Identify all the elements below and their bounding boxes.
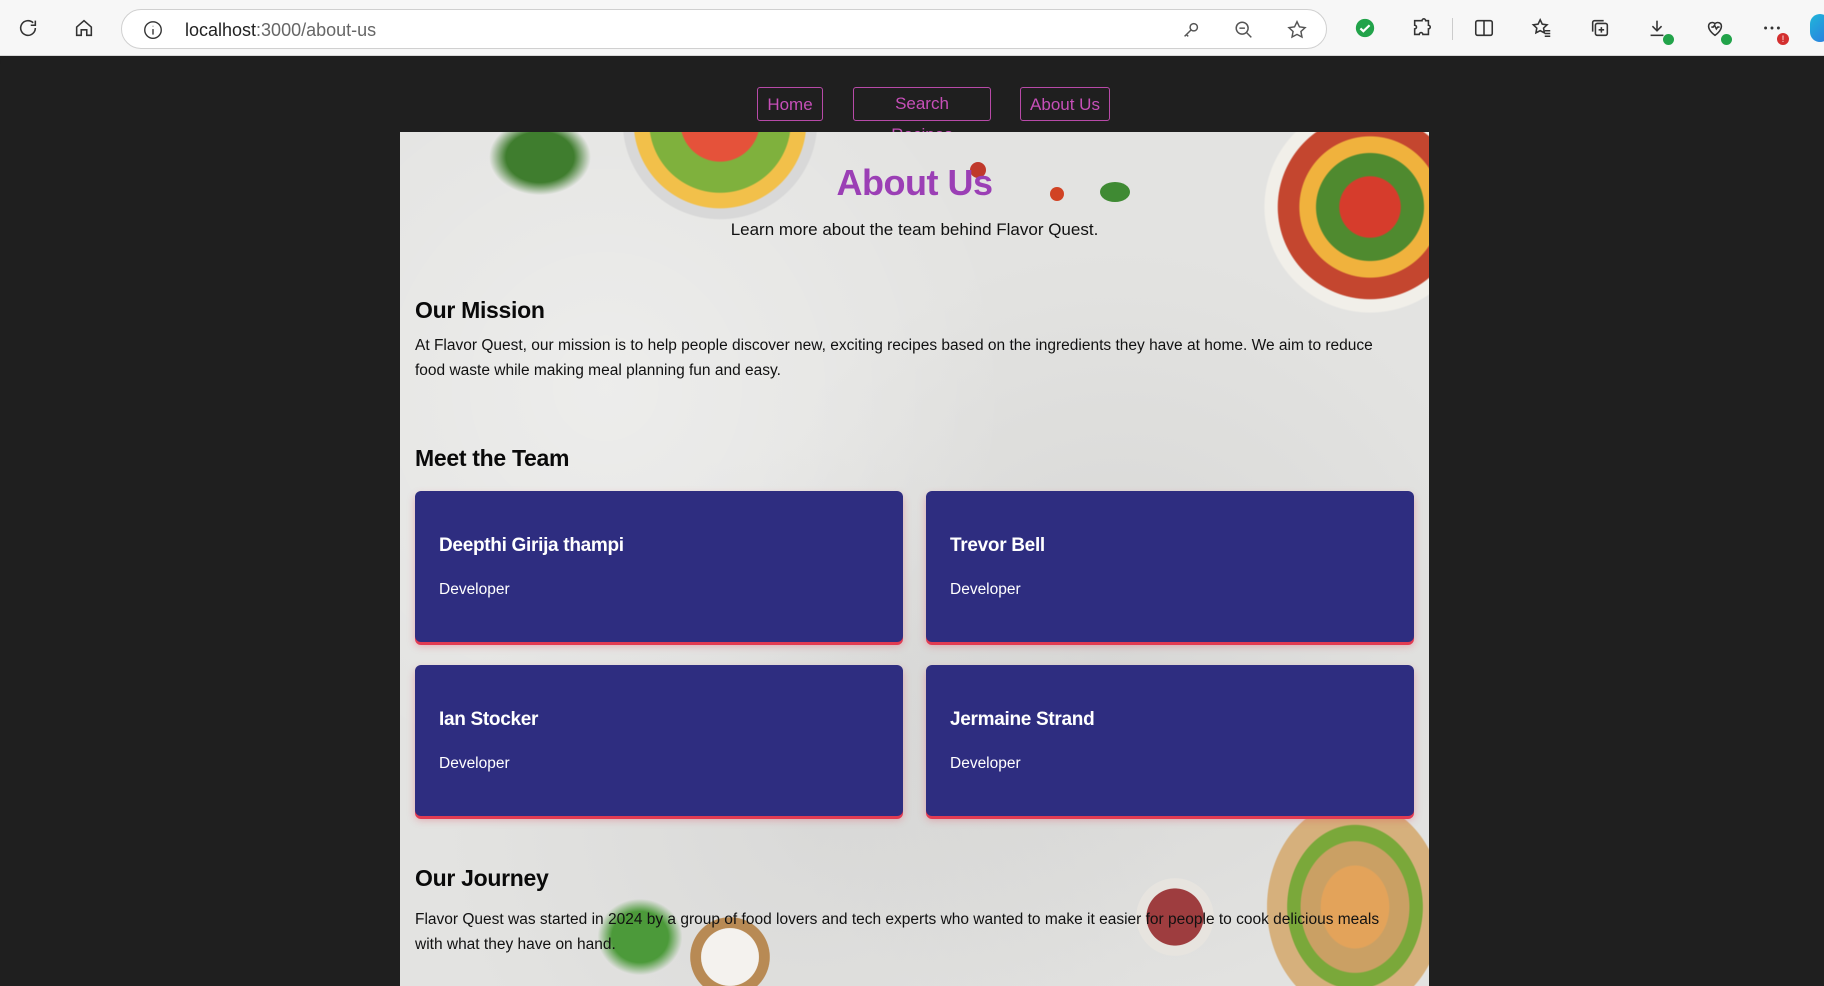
team-member-name: Ian Stocker: [439, 709, 539, 730]
mission-text: At Flavor Quest, our mission is to help …: [415, 337, 1373, 379]
team-member-role: Developer: [950, 755, 1021, 772]
team-card: Deepthi Girija thampi Developer: [415, 491, 903, 642]
team-member-role: Developer: [950, 581, 1021, 598]
browser-toolbar: localhost:3000/about-us !: [0, 0, 1824, 56]
page-subtitle: Learn more about the team behind Flavor …: [730, 220, 1099, 239]
browser-essentials-icon[interactable]: [1701, 14, 1732, 45]
extension-check-icon[interactable]: [1351, 14, 1379, 42]
nav-about-us-button[interactable]: About Us: [1020, 87, 1110, 121]
team-member-role: Developer: [439, 581, 510, 598]
team-member-name: Trevor Bell: [950, 535, 1045, 556]
home-icon[interactable]: [70, 14, 98, 42]
site-info-icon[interactable]: [142, 19, 164, 41]
team-card: Jermaine Strand Developer: [926, 665, 1414, 816]
essentials-status-dot: [1721, 34, 1732, 45]
team-card: Trevor Bell Developer: [926, 491, 1414, 642]
team-member-role: Developer: [439, 755, 510, 772]
journey-text: Flavor Quest was started in 2024 by a gr…: [415, 911, 1380, 953]
toolbar-divider: [1452, 18, 1453, 40]
address-bar[interactable]: localhost:3000/about-us: [121, 9, 1327, 49]
favorites-icon[interactable]: [1528, 14, 1556, 42]
extensions-puzzle-icon[interactable]: [1408, 14, 1436, 42]
url-path: :3000/about-us: [256, 20, 377, 40]
team-member-name: Deepthi Girija thampi: [439, 535, 624, 556]
team-heading: Meet the Team: [415, 445, 570, 471]
zoom-out-icon[interactable]: [1233, 19, 1255, 41]
url-host: localhost: [185, 20, 257, 40]
url-text[interactable]: localhost:3000/about-us: [185, 20, 376, 41]
notification-badge: !: [1777, 33, 1789, 45]
key-icon[interactable]: [1180, 19, 1202, 41]
split-screen-icon[interactable]: [1470, 14, 1498, 42]
reload-icon[interactable]: [14, 14, 42, 42]
favorite-star-icon[interactable]: [1286, 19, 1308, 41]
more-options-icon[interactable]: !: [1758, 14, 1789, 45]
copilot-icon[interactable]: [1810, 14, 1824, 42]
page-title: About Us: [836, 162, 993, 203]
about-content-panel: About Us Learn more about the team behin…: [400, 132, 1429, 986]
top-nav: Home Search Recipes About Us: [0, 87, 1824, 144]
nav-search-recipes-button[interactable]: Search Recipes: [853, 87, 991, 144]
downloads-status-dot: [1663, 34, 1674, 45]
mission-heading: Our Mission: [415, 297, 545, 323]
team-member-name: Jermaine Strand: [950, 709, 1095, 730]
downloads-icon[interactable]: [1643, 14, 1674, 45]
journey-heading: Our Journey: [415, 865, 549, 891]
collections-icon[interactable]: [1586, 14, 1614, 42]
nav-home-button[interactable]: Home: [757, 87, 823, 121]
page-viewport: Home Search Recipes About Us About Us Le…: [0, 56, 1824, 986]
team-card: Ian Stocker Developer: [415, 665, 903, 816]
